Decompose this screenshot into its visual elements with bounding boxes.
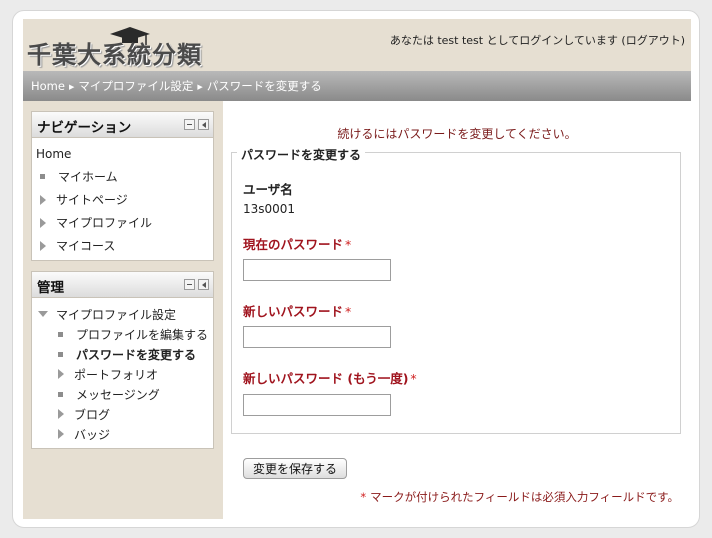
- admin-item-edit-profile[interactable]: プロファイルを編集する: [32, 324, 213, 344]
- current-password-label: 現在のパスワード *: [243, 234, 351, 253]
- required-star-icon: *: [410, 371, 417, 386]
- breadcrumb: Home ▶ マイプロファイル設定 ▶ パスワードを変更する: [31, 78, 322, 94]
- admin-item-label: プロファイルを編集する: [76, 327, 209, 342]
- admin-block: 管理 マイプロファイル設定 プロファイルを編集する パスワードを変更する ポート…: [31, 271, 214, 449]
- admin-item-label: ポートフォリオ: [74, 367, 159, 382]
- required-star-icon: *: [360, 490, 367, 504]
- admin-list: マイプロファイル設定 プロファイルを編集する パスワードを変更する ポートフォリ…: [32, 298, 213, 448]
- nav-item-label: Home: [36, 146, 72, 161]
- current-password-input[interactable]: [243, 259, 391, 281]
- collapse-icon[interactable]: [184, 119, 195, 130]
- site-header: 千葉大系統分類 あなたは test test としてログインしています (ログア…: [23, 19, 691, 71]
- left-sidebar: ナビゲーション Home マイホーム サイトページ マイプロファイル マイコース…: [23, 101, 223, 519]
- main-content: 続けるにはパスワードを変更してください。 パスワードを変更する ユーザ名 13s…: [223, 101, 691, 519]
- nav-item-my-courses[interactable]: マイコース: [32, 234, 213, 257]
- login-info[interactable]: あなたは test test としてログインしています (ログアウト): [390, 32, 685, 48]
- admin-item-label: ブログ: [74, 407, 111, 422]
- breadcrumb-separator-icon: ▶: [197, 83, 203, 91]
- username-value: 13s0001: [243, 202, 296, 216]
- new-password-label: 新しいパスワード *: [243, 301, 351, 320]
- nav-item-label: マイホーム: [58, 170, 118, 184]
- fieldset-legend: パスワードを変更する: [237, 146, 366, 163]
- admin-item-profile-settings[interactable]: マイプロファイル設定: [32, 304, 213, 324]
- triangle-down-icon: [38, 311, 48, 317]
- label-text: 新しいパスワード (もう一度): [243, 371, 409, 386]
- nav-item-my-home[interactable]: マイホーム: [32, 165, 213, 188]
- label-text: 現在のパスワード: [243, 237, 344, 252]
- nav-item-my-profile[interactable]: マイプロファイル: [32, 211, 213, 234]
- dock-icon[interactable]: [198, 119, 209, 130]
- block-controls: [184, 279, 209, 290]
- nav-item-home[interactable]: Home: [32, 142, 213, 165]
- admin-item-label: マイプロファイル設定: [56, 307, 177, 322]
- required-note-text: マークが付けられたフィールドは必須入力フィールドです。: [370, 490, 679, 504]
- square-bullet-icon: [58, 351, 63, 357]
- change-password-fieldset: [231, 152, 681, 434]
- admin-item-portfolio[interactable]: ポートフォリオ: [32, 364, 213, 384]
- nav-item-site-pages[interactable]: サイトページ: [32, 188, 213, 211]
- admin-item-change-password[interactable]: パスワードを変更する: [32, 344, 213, 364]
- navigation-block-title: ナビゲーション: [37, 120, 132, 136]
- save-changes-button[interactable]: 変更を保存する: [243, 458, 348, 479]
- admin-item-blog[interactable]: ブログ: [32, 404, 213, 424]
- collapse-icon[interactable]: [184, 279, 195, 290]
- square-bullet-icon: [40, 174, 45, 179]
- admin-block-header: 管理: [32, 272, 213, 298]
- triangle-right-icon: [58, 409, 64, 419]
- admin-item-badges[interactable]: バッジ: [32, 424, 213, 444]
- required-star-icon: *: [345, 237, 352, 252]
- navigation-list: Home マイホーム サイトページ マイプロファイル マイコース: [32, 138, 213, 261]
- admin-block-title: 管理: [37, 280, 64, 296]
- navigation-block: ナビゲーション Home マイホーム サイトページ マイプロファイル マイコース: [31, 111, 214, 261]
- breadcrumb-profile-settings[interactable]: マイプロファイル設定: [78, 78, 193, 94]
- new-password-input[interactable]: [243, 326, 391, 348]
- admin-item-messaging[interactable]: メッセージング: [32, 384, 213, 404]
- square-bullet-icon: [58, 331, 63, 337]
- admin-item-label: パスワードを変更する: [76, 347, 197, 362]
- breadcrumb-bar: Home ▶ マイプロファイル設定 ▶ パスワードを変更する: [23, 71, 691, 101]
- triangle-right-icon: [40, 194, 46, 205]
- square-bullet-icon: [58, 391, 63, 397]
- admin-item-label: バッジ: [74, 427, 111, 442]
- breadcrumb-separator-icon: ▶: [68, 83, 75, 91]
- triangle-right-icon: [40, 217, 46, 228]
- triangle-right-icon: [58, 369, 64, 379]
- admin-item-label: メッセージング: [76, 387, 160, 402]
- breadcrumb-home[interactable]: Home: [31, 79, 65, 93]
- required-star-icon: *: [345, 304, 352, 319]
- breadcrumb-current[interactable]: パスワードを変更する: [207, 78, 322, 94]
- page-frame: 千葉大系統分類 あなたは test test としてログインしています (ログア…: [12, 10, 700, 528]
- change-password-notice: 続けるにはパスワードを変更してください。: [337, 127, 577, 141]
- navigation-block-header: ナビゲーション: [32, 112, 213, 138]
- nav-item-label: サイトページ: [56, 193, 128, 207]
- new-password-again-label: 新しいパスワード (もう一度) *: [243, 368, 417, 387]
- nav-item-label: マイコース: [56, 239, 116, 253]
- nav-item-label: マイプロファイル: [56, 216, 153, 230]
- required-fields-note: * マークが付けられたフィールドは必須入力フィールドです。: [360, 489, 679, 505]
- label-text: 新しいパスワード: [243, 304, 344, 319]
- block-controls: [184, 119, 209, 130]
- dock-icon[interactable]: [198, 279, 209, 290]
- triangle-right-icon: [40, 240, 46, 251]
- username-label: ユーザ名: [243, 182, 293, 197]
- triangle-right-icon: [58, 429, 64, 439]
- site-logo[interactable]: 千葉大系統分類: [27, 35, 202, 70]
- new-password-again-input[interactable]: [243, 394, 391, 416]
